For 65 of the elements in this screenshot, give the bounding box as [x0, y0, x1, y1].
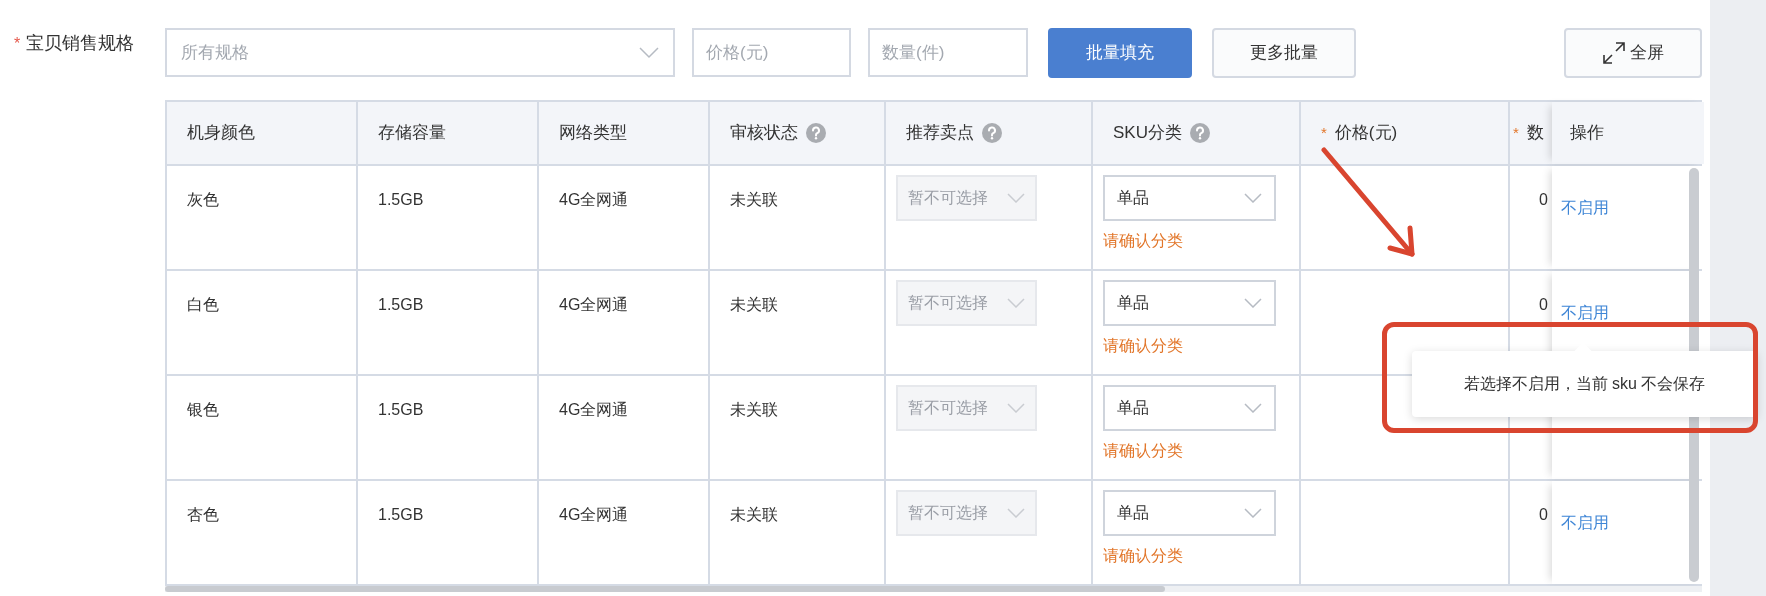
- spec-select[interactable]: 所有规格: [165, 28, 675, 77]
- chevron-down-icon: [1244, 403, 1262, 413]
- required-mark: *: [14, 34, 21, 54]
- help-icon[interactable]: [806, 123, 826, 143]
- column-header: 推荐卖点: [906, 122, 974, 145]
- table-cell: 1.5GB: [378, 506, 424, 523]
- table-cell: 白色: [187, 296, 219, 313]
- sku-type-select[interactable]: 单品: [1103, 175, 1276, 221]
- horizontal-scrollbar[interactable]: [165, 586, 1702, 592]
- scrollbar-thumb[interactable]: [165, 586, 1165, 592]
- chevron-down-icon: [1244, 298, 1262, 308]
- column-header: 机身颜色: [187, 122, 255, 145]
- column-header: 价格(元): [1334, 122, 1398, 145]
- disable-link[interactable]: 不启用: [1561, 199, 1609, 216]
- chevron-down-icon: [1244, 193, 1262, 203]
- sku-type-select[interactable]: 单品: [1103, 280, 1276, 326]
- sku-type-select[interactable]: 单品: [1103, 385, 1276, 431]
- required-mark: *: [1513, 122, 1519, 143]
- chevron-down-icon: [1007, 508, 1025, 518]
- table-cell: 4G全网通: [559, 296, 629, 313]
- table-cell: 未关联: [730, 191, 778, 208]
- required-mark: *: [1321, 122, 1327, 143]
- chevron-down-icon: [1244, 508, 1262, 518]
- validation-hint: 请确认分类: [1103, 336, 1184, 356]
- table-cell: 灰色: [187, 191, 219, 208]
- chevron-down-icon: [639, 46, 659, 59]
- table-cell: 4G全网通: [559, 401, 629, 418]
- column-header: 数: [1526, 122, 1544, 145]
- column-header: 操作: [1570, 122, 1604, 145]
- column-header: 审核状态: [730, 122, 798, 145]
- column-header: 存储容量: [378, 122, 446, 145]
- validation-hint: 请确认分类: [1103, 231, 1184, 251]
- table-cell: 未关联: [730, 506, 778, 523]
- table-cell: 银色: [187, 401, 219, 418]
- table-cell: 1.5GB: [378, 296, 424, 313]
- sku-type-select[interactable]: 单品: [1103, 490, 1276, 536]
- chevron-down-icon: [1007, 193, 1025, 203]
- field-label: 宝贝销售规格: [26, 32, 135, 55]
- table-cell: 杏色: [187, 506, 219, 523]
- column-header: 网络类型: [559, 122, 627, 145]
- table-cell: 4G全网通: [559, 191, 629, 208]
- disable-link[interactable]: 不启用: [1561, 514, 1609, 531]
- validation-hint: 请确认分类: [1103, 441, 1184, 461]
- table-cell: 未关联: [730, 401, 778, 418]
- quantity-field[interactable]: 数量(件): [868, 28, 1028, 77]
- tooltip-text: 若选择不启用，当前 sku 不会保存: [1463, 374, 1706, 394]
- column-header: SKU分类: [1113, 122, 1182, 145]
- fullscreen-button[interactable]: 全屏: [1564, 28, 1702, 78]
- help-icon[interactable]: [1189, 123, 1210, 143]
- chevron-down-icon: [1007, 298, 1025, 308]
- table-cell: 未关联: [730, 296, 778, 313]
- table-cell: 0: [1539, 296, 1548, 313]
- validation-hint: 请确认分类: [1103, 546, 1184, 566]
- table-cell: 1.5GB: [378, 401, 424, 418]
- batch-fill-button[interactable]: 批量填充: [1048, 28, 1192, 78]
- table-cell: 0: [1539, 191, 1548, 208]
- table-cell: 4G全网通: [559, 506, 629, 523]
- expand-icon: [1602, 41, 1626, 65]
- table-cell: 0: [1539, 506, 1548, 523]
- chevron-down-icon: [1007, 403, 1025, 413]
- more-batch-button[interactable]: 更多批量: [1212, 28, 1356, 78]
- table-cell: 1.5GB: [378, 191, 424, 208]
- disable-link[interactable]: 不启用: [1561, 304, 1609, 321]
- help-icon[interactable]: [982, 123, 1002, 143]
- price-field[interactable]: 价格(元): [692, 28, 851, 77]
